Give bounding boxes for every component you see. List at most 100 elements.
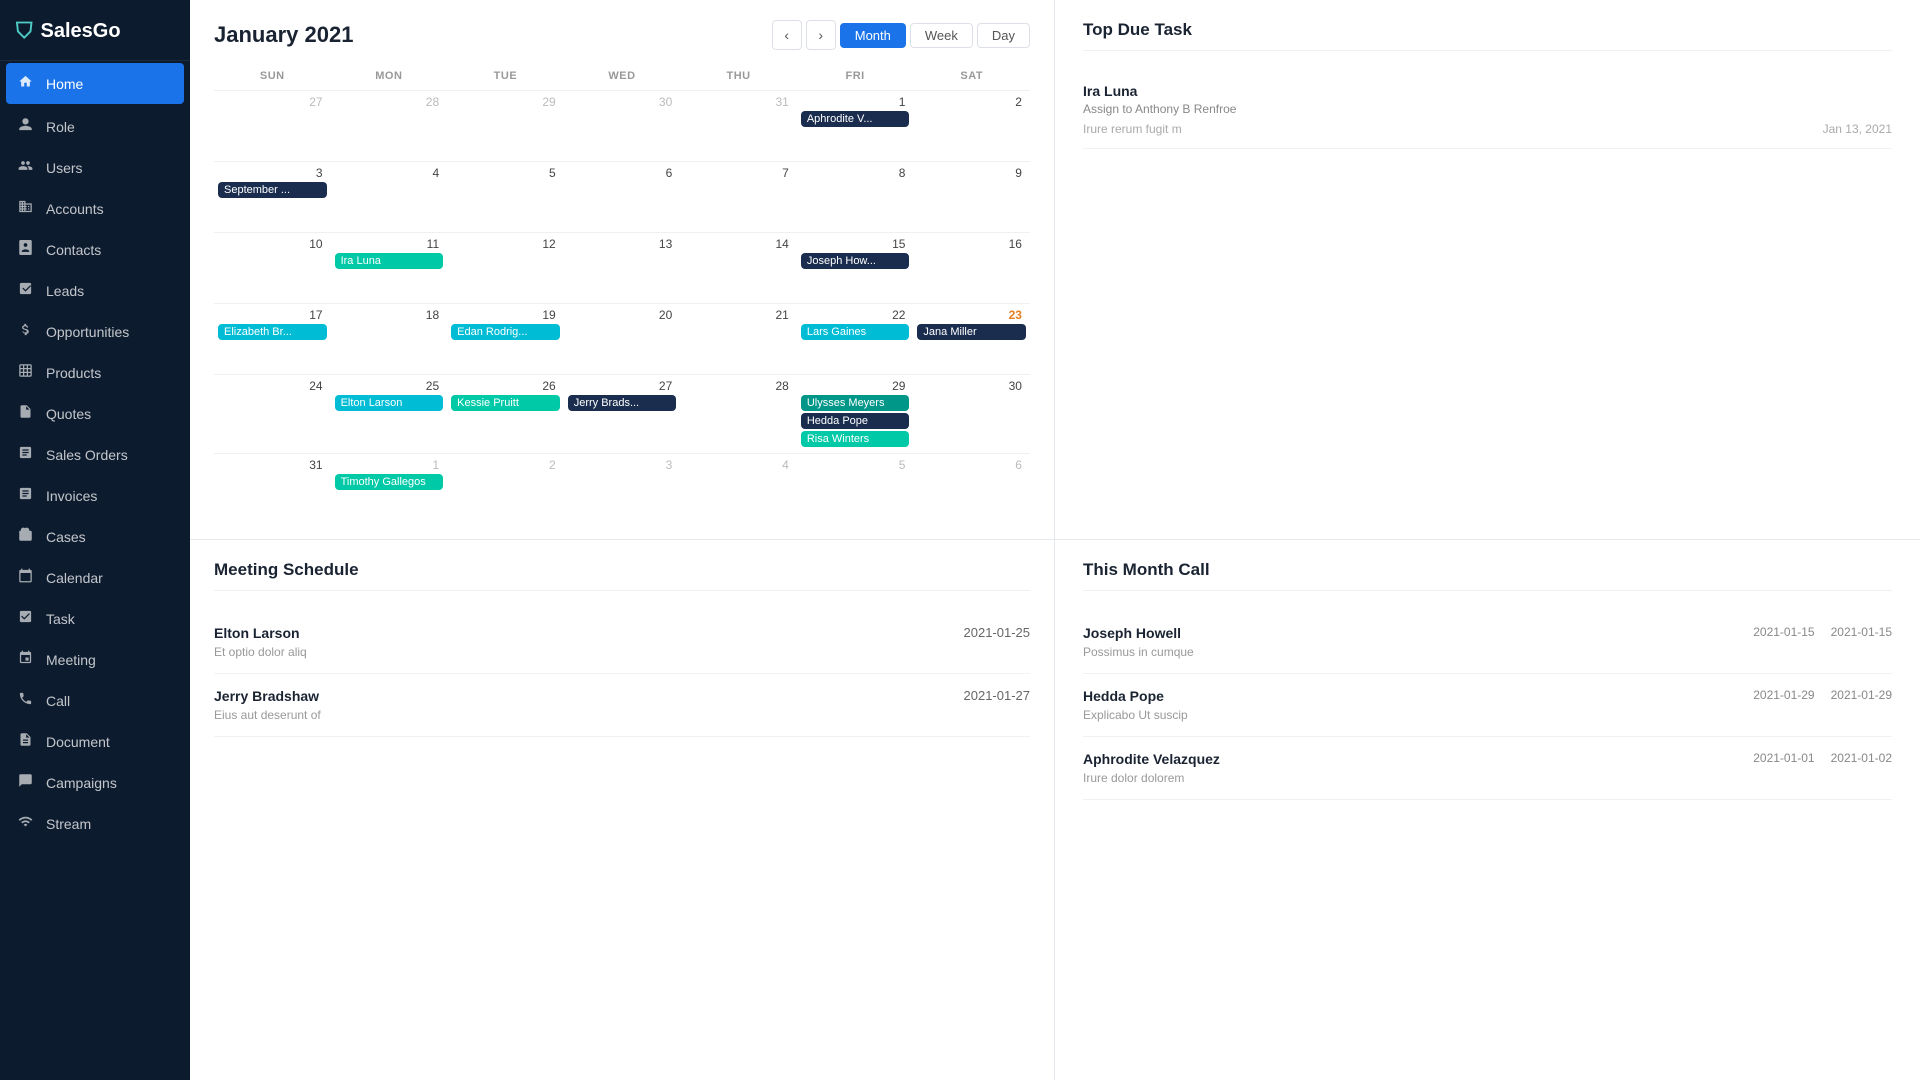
- calendar-cell-w4-d4[interactable]: 28: [680, 375, 797, 451]
- sidebar-item-campaigns[interactable]: Campaigns: [0, 762, 190, 803]
- calendar-cell-w3-d2[interactable]: 19Edan Rodrig...: [447, 304, 564, 372]
- sidebar-item-quotes[interactable]: Quotes: [0, 393, 190, 434]
- calendar-cell-w3-d5[interactable]: 22Lars Gaines: [797, 304, 914, 372]
- calendar-cell-w0-d2[interactable]: 29: [447, 91, 564, 159]
- sidebar-item-contacts[interactable]: Contacts: [0, 229, 190, 270]
- calendar-day-header-fri: FRI: [797, 66, 914, 86]
- calendar-cell-w1-d5[interactable]: 8: [797, 162, 914, 230]
- calendar-cell-w2-d0[interactable]: 10: [214, 233, 331, 301]
- calendar-cell-w2-d5[interactable]: 15Joseph How...: [797, 233, 914, 301]
- calendar-event[interactable]: Jerry Brads...: [568, 395, 677, 411]
- calendar-cell-w4-d1[interactable]: 25Elton Larson: [331, 375, 448, 451]
- calendar-week-button[interactable]: Week: [910, 23, 973, 48]
- calendar-cell-w4-d6[interactable]: 30: [913, 375, 1030, 451]
- calendar-cell-w5-d4[interactable]: 4: [680, 454, 797, 522]
- sidebar-item-opportunities[interactable]: Opportunities: [0, 311, 190, 352]
- calendar-cell-w3-d1[interactable]: 18: [331, 304, 448, 372]
- calendar-event[interactable]: Jana Miller: [917, 324, 1026, 340]
- call-date2: 2021-01-29: [1831, 688, 1892, 702]
- call-item[interactable]: Aphrodite Velazquez Irure dolor dolorem …: [1083, 737, 1892, 800]
- calendar-event[interactable]: Risa Winters: [801, 431, 910, 447]
- calendar-cell-w0-d4[interactable]: 31: [680, 91, 797, 159]
- calendar-event[interactable]: Ulysses Meyers: [801, 395, 910, 411]
- calendar-cell-w4-d2[interactable]: 26Kessie Pruitt: [447, 375, 564, 451]
- calendar-cell-w3-d6[interactable]: 23Jana Miller: [913, 304, 1030, 372]
- calendar-cell-w2-d6[interactable]: 16: [913, 233, 1030, 301]
- sidebar-item-home[interactable]: Home: [6, 63, 184, 104]
- meeting-item[interactable]: Jerry Bradshaw Eius aut deserunt of 2021…: [214, 674, 1030, 737]
- calendar-event[interactable]: Hedda Pope: [801, 413, 910, 429]
- sidebar-item-role[interactable]: Role: [0, 106, 190, 147]
- calendar-date-number: 27: [218, 95, 327, 109]
- sidebar-item-accounts[interactable]: Accounts: [0, 188, 190, 229]
- sidebar-item-products[interactable]: Products: [0, 352, 190, 393]
- calendar-cell-w1-d0[interactable]: 3September ...: [214, 162, 331, 230]
- calendar-event[interactable]: Ira Luna: [335, 253, 444, 269]
- calendar-event[interactable]: Elizabeth Br...: [218, 324, 327, 340]
- campaigns-icon: [16, 773, 34, 792]
- calendar-cell-w0-d5[interactable]: 1Aphrodite V...: [797, 91, 914, 159]
- call-item[interactable]: Hedda Pope Explicabo Ut suscip 2021-01-2…: [1083, 674, 1892, 737]
- sidebar-item-label: Campaigns: [46, 775, 117, 791]
- calendar-event[interactable]: Lars Gaines: [801, 324, 910, 340]
- sidebar-item-call[interactable]: Call: [0, 680, 190, 721]
- calendar-cell-w4-d3[interactable]: 27Jerry Brads...: [564, 375, 681, 451]
- calendar-cell-w1-d1[interactable]: 4: [331, 162, 448, 230]
- call-item[interactable]: Joseph Howell Possimus in cumque 2021-01…: [1083, 611, 1892, 674]
- calendar-cell-w1-d2[interactable]: 5: [447, 162, 564, 230]
- calendar-event[interactable]: Timothy Gallegos: [335, 474, 444, 490]
- calendar-cell-w5-d2[interactable]: 2: [447, 454, 564, 522]
- meeting-item[interactable]: Elton Larson Et optio dolor aliq 2021-01…: [214, 611, 1030, 674]
- sidebar-item-calendar[interactable]: Calendar: [0, 557, 190, 598]
- calendar-next-button[interactable]: ›: [806, 20, 836, 50]
- sidebar-item-label: Cases: [46, 529, 86, 545]
- calendar-day-header-sat: SAT: [913, 66, 1030, 86]
- sidebar-item-users[interactable]: Users: [0, 147, 190, 188]
- task-item[interactable]: Ira Luna Assign to Anthony B Renfroe Iru…: [1083, 71, 1892, 149]
- calendar-event[interactable]: Kessie Pruitt: [451, 395, 560, 411]
- calendar-title: January 2021: [214, 22, 353, 48]
- calendar-cell-w1-d3[interactable]: 6: [564, 162, 681, 230]
- sidebar-item-invoices[interactable]: Invoices: [0, 475, 190, 516]
- calendar-month-button[interactable]: Month: [840, 23, 906, 48]
- calendar-week-5: 311Timothy Gallegos23456: [214, 453, 1030, 522]
- calendar-cell-w0-d6[interactable]: 2: [913, 91, 1030, 159]
- calendar-cell-w5-d6[interactable]: 6: [913, 454, 1030, 522]
- calendar-day-header-thu: THU: [680, 66, 797, 86]
- calendar-cell-w2-d1[interactable]: 11Ira Luna: [331, 233, 448, 301]
- calendar-cell-w3-d4[interactable]: 21: [680, 304, 797, 372]
- calendar-cell-w5-d0[interactable]: 31: [214, 454, 331, 522]
- calendar-cell-w0-d1[interactable]: 28: [331, 91, 448, 159]
- calendar-cell-w2-d4[interactable]: 14: [680, 233, 797, 301]
- calendar-cell-w4-d5[interactable]: 29Ulysses MeyersHedda PopeRisa Winters: [797, 375, 914, 451]
- sidebar-item-leads[interactable]: Leads: [0, 270, 190, 311]
- sidebar-item-task[interactable]: Task: [0, 598, 190, 639]
- calendar-cell-w5-d3[interactable]: 3: [564, 454, 681, 522]
- calendar-event[interactable]: Elton Larson: [335, 395, 444, 411]
- calendar-cell-w3-d3[interactable]: 20: [564, 304, 681, 372]
- calendar-prev-button[interactable]: ‹: [772, 20, 802, 50]
- calendar-week-4: 2425Elton Larson26Kessie Pruitt27Jerry B…: [214, 374, 1030, 451]
- sidebar-item-cases[interactable]: Cases: [0, 516, 190, 557]
- sidebar-item-document[interactable]: Document: [0, 721, 190, 762]
- calendar-event[interactable]: Aphrodite V...: [801, 111, 910, 127]
- calendar-cell-w0-d0[interactable]: 27: [214, 91, 331, 159]
- sidebar-item-stream[interactable]: Stream: [0, 803, 190, 844]
- calendar-cell-w4-d0[interactable]: 24: [214, 375, 331, 451]
- calendar-cell-w5-d5[interactable]: 5: [797, 454, 914, 522]
- sidebar-item-sales-orders[interactable]: Sales Orders: [0, 434, 190, 475]
- calendar-cell-w1-d4[interactable]: 7: [680, 162, 797, 230]
- calendar-event[interactable]: September ...: [218, 182, 327, 198]
- calendar-date-number: 28: [684, 379, 793, 393]
- calendar-cell-w3-d0[interactable]: 17Elizabeth Br...: [214, 304, 331, 372]
- calendar-cell-w5-d1[interactable]: 1Timothy Gallegos: [331, 454, 448, 522]
- calendar-day-button[interactable]: Day: [977, 23, 1030, 48]
- sidebar-item-meeting[interactable]: Meeting: [0, 639, 190, 680]
- calendar-event[interactable]: Joseph How...: [801, 253, 910, 269]
- calendar-event[interactable]: Edan Rodrig...: [451, 324, 560, 340]
- calendar-cell-w2-d3[interactable]: 13: [564, 233, 681, 301]
- calendar-cell-w1-d6[interactable]: 9: [913, 162, 1030, 230]
- accounts-icon: [16, 199, 34, 218]
- calendar-cell-w2-d2[interactable]: 12: [447, 233, 564, 301]
- calendar-cell-w0-d3[interactable]: 30: [564, 91, 681, 159]
